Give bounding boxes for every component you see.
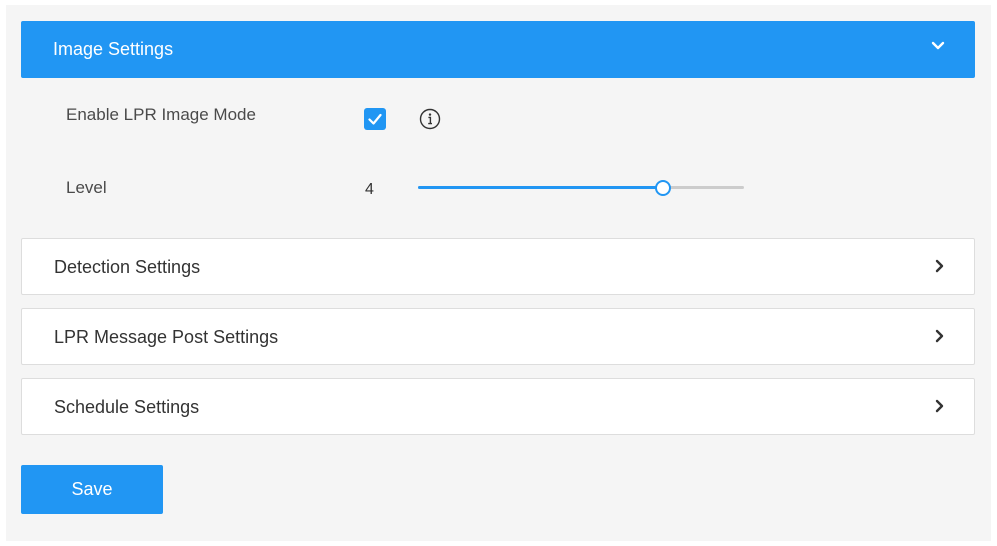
save-button[interactable]: Save bbox=[21, 465, 163, 514]
lpr-message-post-settings-header[interactable]: LPR Message Post Settings bbox=[21, 308, 975, 365]
chevron-right-icon bbox=[935, 259, 944, 273]
info-icon[interactable] bbox=[419, 108, 441, 130]
image-settings-header[interactable]: Image Settings bbox=[21, 21, 975, 78]
chevron-right-icon bbox=[935, 329, 944, 343]
detection-settings-title: Detection Settings bbox=[54, 257, 201, 277]
level-label: Level bbox=[66, 178, 107, 197]
schedule-settings-header[interactable]: Schedule Settings bbox=[21, 378, 975, 435]
enable-lpr-label: Enable LPR Image Mode bbox=[66, 105, 256, 124]
level-value: 4 bbox=[365, 181, 374, 198]
image-settings-title: Image Settings bbox=[53, 39, 174, 59]
checkmark-icon bbox=[368, 113, 382, 125]
enable-lpr-checkbox[interactable] bbox=[364, 108, 386, 130]
chevron-down-icon bbox=[931, 41, 945, 50]
slider-fill bbox=[418, 186, 663, 189]
detection-settings-header[interactable]: Detection Settings bbox=[21, 238, 975, 295]
chevron-right-icon bbox=[935, 399, 944, 413]
level-slider[interactable] bbox=[418, 178, 744, 198]
lpr-message-post-settings-title: LPR Message Post Settings bbox=[54, 327, 279, 347]
schedule-settings-title: Schedule Settings bbox=[54, 397, 200, 417]
slider-thumb[interactable] bbox=[654, 180, 671, 196]
